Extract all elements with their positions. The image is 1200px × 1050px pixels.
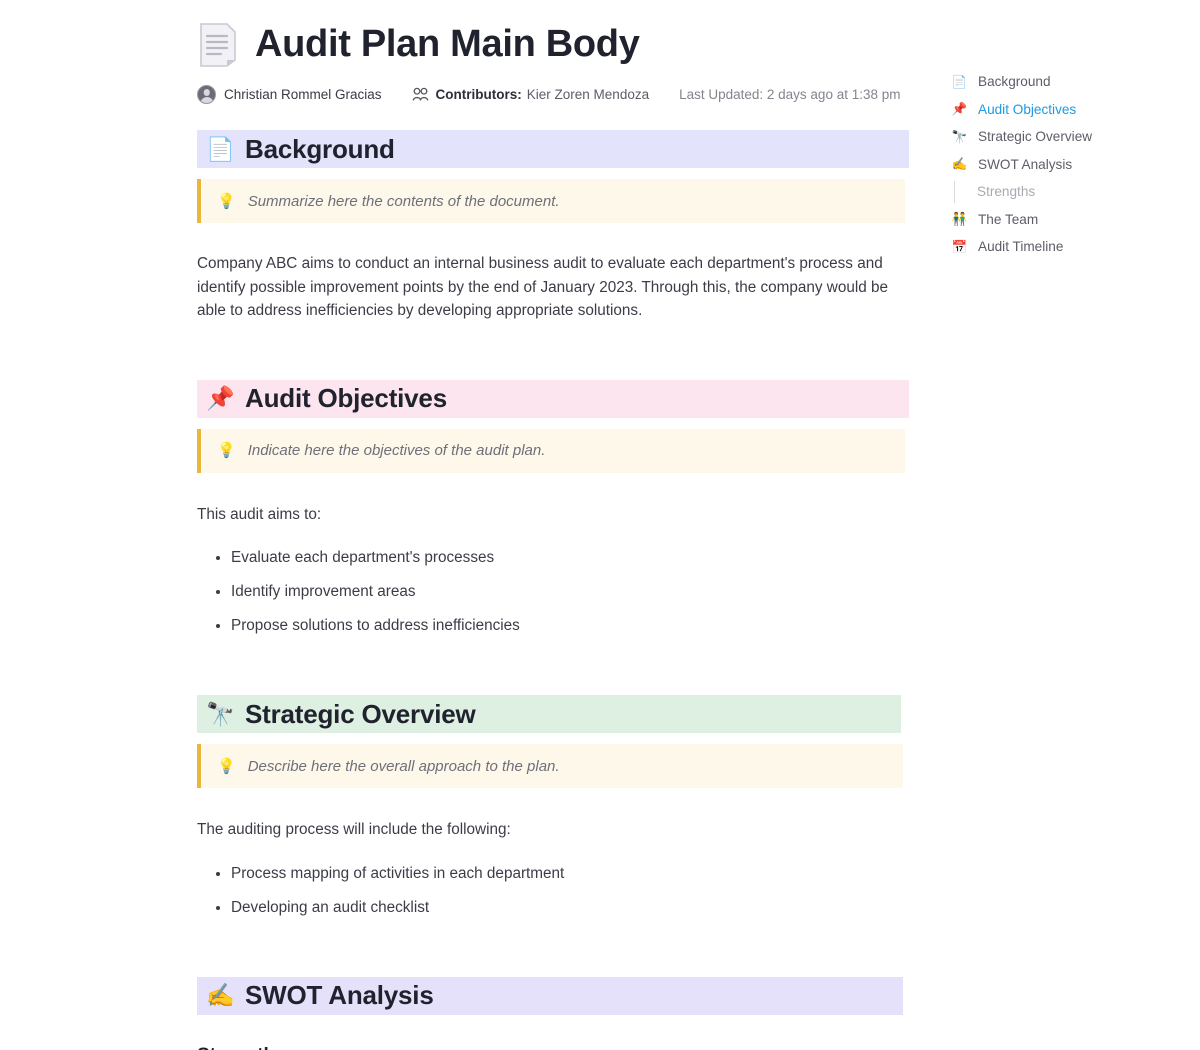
calendar-icon: 📅 — [951, 239, 968, 254]
telescope-icon: 🔭 — [951, 129, 968, 144]
people-icon: 👬 — [951, 212, 968, 226]
intro-strategic-overview: The auditing process will include the fo… — [197, 821, 511, 838]
avatar — [197, 85, 216, 104]
section-header-audit-objectives: 📌 Audit Objectives — [197, 379, 909, 418]
toc-item-strategic-overview[interactable]: 🔭 Strategic Overview — [950, 123, 1188, 151]
contributors-label: Contributors: — [435, 87, 522, 102]
section-title-background: Background — [245, 133, 395, 164]
document-page: Audit Plan Main Body Christian Rommel Gr… — [0, 0, 1200, 1050]
list-item: Evaluate each department's processes — [231, 548, 909, 568]
page-with-curl-icon — [200, 23, 236, 67]
toc-item-label: SWOT Analysis — [978, 156, 1073, 172]
table-of-contents: 📄 Background 📌 Audit Objectives 🔭 Strate… — [950, 68, 1188, 261]
section-header-strategic-overview: 🔭 Strategic Overview — [197, 695, 901, 733]
toc-item-label: Background — [978, 74, 1051, 90]
byline: Christian Rommel Gracias Contributors: K… — [197, 85, 909, 104]
contributors-group: Contributors: Kier Zoren Mendoza — [412, 87, 650, 102]
toc-item-audit-timeline[interactable]: 📅 Audit Timeline — [950, 233, 1188, 261]
toc-item-strengths[interactable]: Strengths — [950, 178, 1188, 206]
toc-item-label: Strengths — [977, 184, 1036, 200]
list-item: Developing an audit checklist — [231, 898, 909, 918]
toc-item-swot-analysis[interactable]: ✍️ SWOT Analysis — [950, 151, 1188, 179]
toc-item-audit-objectives[interactable]: 📌 Audit Objectives — [950, 96, 1188, 124]
writing-hand-icon: ✍️ — [206, 982, 235, 1008]
callout-audit-objectives: 💡 Indicate here the objectives of the au… — [197, 428, 905, 473]
toc-item-label: The Team — [978, 211, 1039, 227]
bullet-list-strategic-overview: Process mapping of activities in each de… — [197, 864, 909, 918]
contributors-icon — [412, 87, 428, 101]
bullet-list-audit-objectives: Evaluate each department's processes Ide… — [197, 548, 909, 636]
section-header-background: 📄 Background — [197, 130, 909, 168]
section-title-swot-analysis: SWOT Analysis — [245, 980, 434, 1010]
section-title-audit-objectives: Audit Objectives — [245, 383, 447, 413]
last-updated: Last Updated: 2 days ago at 1:38 pm — [679, 87, 901, 102]
section-title-strategic-overview: Strategic Overview — [245, 698, 476, 729]
lightbulb-icon: 💡 — [217, 442, 236, 459]
list-item: Propose solutions to address inefficienc… — [231, 616, 909, 636]
callout-text: Indicate here the objectives of the audi… — [247, 442, 546, 459]
list-item: Process mapping of activities in each de… — [231, 864, 909, 884]
section-header-swot-analysis: ✍️ SWOT Analysis — [197, 976, 903, 1015]
toc-item-label: Audit Objectives — [978, 101, 1077, 117]
contributors-names: Kier Zoren Mendoza — [526, 87, 650, 102]
pushpin-icon: 📌 — [951, 102, 968, 116]
lightbulb-icon: 💡 — [217, 757, 236, 775]
toc-item-label: Strategic Overview — [978, 129, 1093, 145]
toc-item-background[interactable]: 📄 Background — [950, 68, 1188, 96]
document-title-row: Audit Plan Main Body — [197, 0, 909, 68]
document-body: Audit Plan Main Body Christian Rommel Gr… — [197, 0, 909, 1050]
list-item: Identify improvement areas — [231, 582, 909, 602]
subsection-title-strengths: Strengths — [197, 1045, 909, 1050]
page-title: Audit Plan Main Body — [255, 23, 640, 66]
callout-text: Describe here the overall approach to th… — [247, 757, 560, 775]
callout-background: 💡 Summarize here the contents of the doc… — [197, 179, 905, 223]
writing-hand-icon: ✍️ — [951, 157, 968, 171]
toc-item-the-team[interactable]: 👬 The Team — [950, 206, 1188, 234]
callout-strategic-overview: 💡 Describe here the overall approach to … — [197, 744, 903, 788]
paragraph-background: Company ABC aims to conduct an internal … — [197, 255, 889, 319]
callout-text: Summarize here the contents of the docum… — [247, 192, 560, 210]
page-facing-up-icon: 📄 — [206, 135, 235, 162]
page-facing-up-icon: 📄 — [951, 74, 968, 89]
toc-item-label: Audit Timeline — [978, 239, 1064, 255]
author-name: Christian Rommel Gracias — [224, 87, 382, 102]
telescope-icon: 🔭 — [206, 700, 235, 727]
pushpin-icon: 📌 — [206, 385, 235, 411]
lightbulb-icon: 💡 — [217, 192, 236, 210]
intro-audit-objectives: This audit aims to: — [197, 505, 322, 523]
toc-indent-rail — [954, 180, 955, 203]
